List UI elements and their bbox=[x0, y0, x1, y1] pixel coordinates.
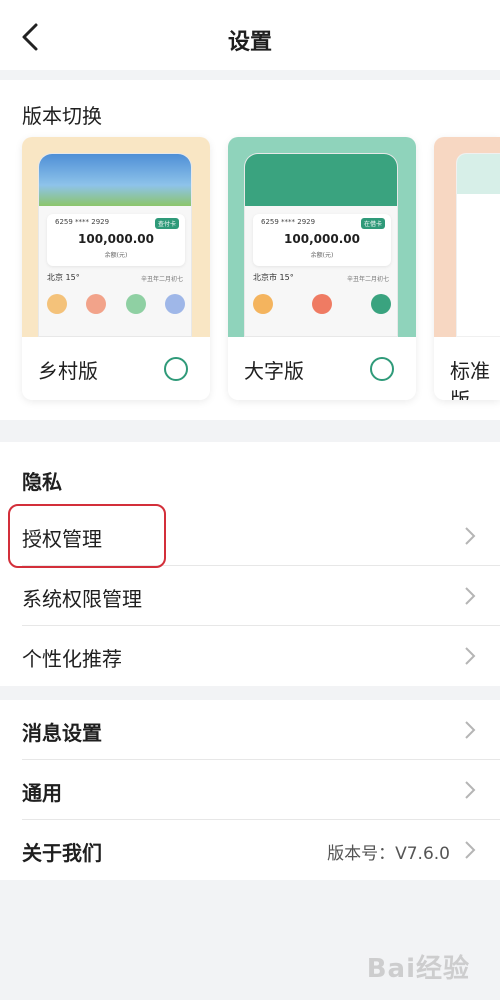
account-amount: 100,000.00 bbox=[78, 232, 154, 246]
version-number: 版本号：V7.6.0 bbox=[327, 844, 450, 864]
radio-button[interactable] bbox=[370, 357, 394, 381]
lunar-date: 辛丑年二月初七 bbox=[346, 276, 389, 283]
transfer-icon bbox=[312, 294, 332, 314]
nav-bar: 设置 bbox=[0, 0, 500, 70]
version-card-rural[interactable]: 6259 **** 2929 查付卡 100,000.00 余额(元) 北京 1… bbox=[22, 137, 210, 400]
chevron-right-icon bbox=[465, 647, 476, 665]
card-tag: 在借卡 bbox=[360, 218, 385, 229]
rural-phone-preview: 6259 **** 2929 查付卡 100,000.00 余额(元) 北京 1… bbox=[38, 153, 192, 337]
version-card-label: 乡村版 bbox=[38, 359, 98, 383]
version-card-label: 标准版 bbox=[450, 359, 490, 400]
row-general[interactable]: 通用 bbox=[0, 760, 500, 820]
privacy-title: 隐私 bbox=[22, 470, 62, 494]
watermark: Bai经验 bbox=[366, 954, 470, 984]
quick-icons bbox=[253, 294, 391, 314]
row-label: 系统权限管理 bbox=[22, 587, 142, 611]
balance-label: 余额(元) bbox=[310, 252, 334, 259]
rural-account-card: 6259 **** 2929 查付卡 100,000.00 余额(元) bbox=[47, 214, 185, 266]
standard-phone-preview bbox=[456, 153, 500, 337]
chevron-right-icon bbox=[465, 721, 476, 739]
chevron-right-icon bbox=[465, 527, 476, 545]
chevron-right-icon bbox=[465, 587, 476, 605]
account-number: 6259 **** 2929 bbox=[261, 218, 316, 226]
radio-button[interactable] bbox=[164, 357, 188, 381]
detail-icon bbox=[371, 294, 391, 314]
lunar-date: 辛丑年二月初七 bbox=[140, 276, 183, 283]
account-number: 6259 **** 2929 bbox=[55, 218, 110, 226]
page-title: 设置 bbox=[227, 30, 272, 55]
misc-settings-section: 消息设置 通用 关于我们 版本号：V7.6.0 bbox=[0, 700, 500, 880]
standard-preview bbox=[434, 137, 500, 337]
account-amount: 100,000.00 bbox=[284, 232, 360, 246]
rural-banner bbox=[39, 154, 191, 206]
large-font-banner bbox=[245, 154, 397, 206]
row-label: 个性化推荐 bbox=[22, 647, 122, 671]
row-label: 关于我们 bbox=[22, 841, 102, 865]
account-icon bbox=[253, 294, 273, 314]
row-label: 通用 bbox=[22, 781, 62, 805]
weather-text: 北京市 15° bbox=[253, 273, 294, 282]
row-personalized-recommendation[interactable]: 个性化推荐 bbox=[0, 626, 500, 686]
card-icon bbox=[164, 294, 185, 314]
version-card-label: 大字版 bbox=[244, 359, 304, 383]
account-icon bbox=[47, 294, 67, 314]
large-font-phone-preview: 6259 **** 2929 在借卡 100,000.00 余额(元) 北京市 … bbox=[244, 153, 398, 337]
balance-label: 余额(元) bbox=[104, 252, 128, 259]
weather-text: 北京 15° bbox=[47, 273, 80, 282]
row-label: 消息设置 bbox=[22, 721, 102, 745]
quick-icons bbox=[47, 294, 185, 314]
version-card-standard[interactable]: 标准版 bbox=[434, 137, 500, 400]
row-system-permissions[interactable]: 系统权限管理 bbox=[0, 566, 500, 626]
finance-icon bbox=[125, 294, 146, 314]
standard-banner bbox=[457, 154, 500, 194]
transfer-icon bbox=[86, 294, 107, 314]
rural-preview: 6259 **** 2929 查付卡 100,000.00 余额(元) 北京 1… bbox=[22, 137, 210, 337]
large-font-preview: 6259 **** 2929 在借卡 100,000.00 余额(元) 北京市 … bbox=[228, 137, 416, 337]
large-font-account-card: 6259 **** 2929 在借卡 100,000.00 余额(元) bbox=[253, 214, 391, 266]
version-card-large-font[interactable]: 6259 **** 2929 在借卡 100,000.00 余额(元) 北京市 … bbox=[228, 137, 416, 400]
chevron-right-icon bbox=[465, 841, 476, 859]
highlight-box bbox=[8, 504, 166, 568]
chevron-right-icon bbox=[465, 781, 476, 799]
version-switch-title: 版本切换 bbox=[22, 104, 102, 128]
row-message-settings[interactable]: 消息设置 bbox=[0, 700, 500, 760]
row-about-us[interactable]: 关于我们 版本号：V7.6.0 bbox=[0, 820, 500, 880]
card-tag: 查付卡 bbox=[154, 218, 179, 229]
